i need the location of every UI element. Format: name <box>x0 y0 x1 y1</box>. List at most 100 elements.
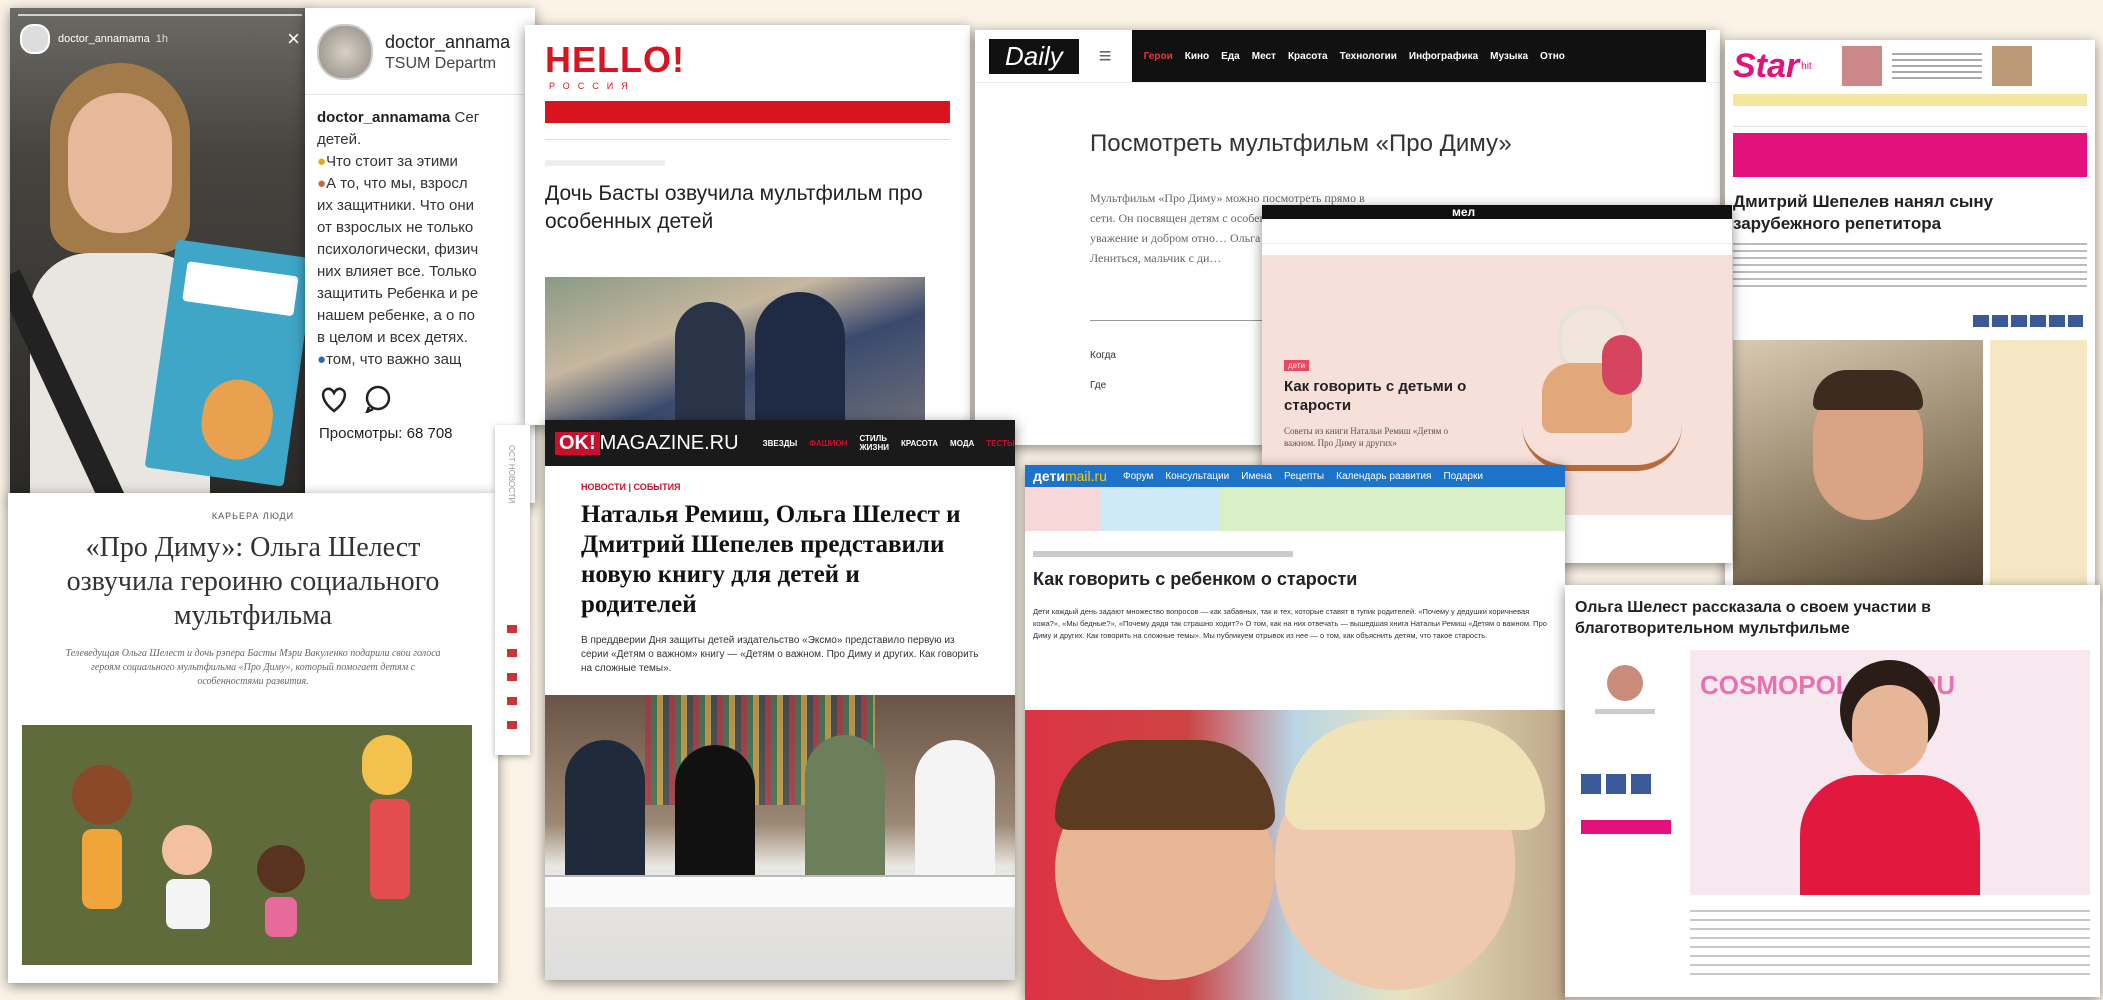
star-photo <box>1733 340 1983 600</box>
logo-sub: РОССИЯ <box>549 81 636 91</box>
dress <box>265 897 297 937</box>
nav-item[interactable]: КРАСОТА <box>901 439 938 448</box>
hello-article-card: HELLO! РОССИЯ Дочь Басты озвучила мультф… <box>525 25 970 425</box>
emoji-icon: ● <box>317 351 327 368</box>
daily-logo[interactable]: Daily <box>989 38 1079 74</box>
avatar[interactable] <box>317 24 373 80</box>
caption-line: том, что важно защ <box>326 351 462 368</box>
mel-tag[interactable]: дети <box>1284 360 1309 371</box>
cartoon-small-girl <box>257 845 307 945</box>
story-username[interactable]: doctor_annamama <box>58 33 150 45</box>
post-location[interactable]: TSUM Departm <box>385 55 510 73</box>
nav-item[interactable]: Технологии <box>1340 51 1397 62</box>
star-banner[interactable] <box>1733 133 2087 177</box>
hair <box>362 735 412 795</box>
share-icons[interactable] <box>1581 774 1651 794</box>
nav-item[interactable]: Кино <box>1185 51 1209 62</box>
caption-line: Что стоит за этими <box>326 153 458 170</box>
star-subnav <box>1733 110 2087 127</box>
nav-item[interactable]: Консультации <box>1165 471 1229 482</box>
mel-sub: Советы из книги Натальи Ремиш «Детям о в… <box>1284 426 1449 448</box>
book-character <box>196 375 278 465</box>
star-headline[interactable]: Дмитрий Шепелев нанял сыну зарубежного р… <box>1733 191 2087 235</box>
cartoon-girl <box>72 765 132 945</box>
heart-icon[interactable] <box>319 385 349 413</box>
table <box>545 875 1015 907</box>
author-name <box>1595 709 1655 714</box>
caption-line: их защитники. Что они <box>317 197 475 214</box>
mail-logo-rest: mail.ru <box>1064 468 1107 484</box>
starhit-article-card: Star hit Дмитрий Шепелев нанял сыну зару… <box>1725 40 2095 600</box>
promo-thumb <box>1991 46 2032 86</box>
okmagazine-article-card: OK! MAGAZINE.RU ЗВЕЗДЫ ФАШИОН СТИЛЬ ЖИЗН… <box>545 420 1015 980</box>
caption-line: защитить Ребенка и ре <box>317 285 479 302</box>
nav-item[interactable]: МОДА <box>950 439 974 448</box>
article-headline: «Про Диму»: Ольга Шелест озвучила героин… <box>66 532 440 631</box>
nav-item[interactable]: Имена <box>1241 471 1272 482</box>
nav-item[interactable]: Подарки <box>1443 471 1482 482</box>
mail-photo <box>1025 710 1565 1000</box>
avatar[interactable] <box>20 24 50 54</box>
cartoon-boy <box>162 825 222 945</box>
nav-item[interactable]: Красота <box>1288 51 1328 62</box>
caption-username[interactable]: doctor_annamama <box>317 109 450 126</box>
mail-subnav <box>1025 487 1565 531</box>
person <box>675 745 755 885</box>
star-logo[interactable]: Star <box>1733 47 1799 86</box>
nav-item[interactable]: ЗВЕЗДЫ <box>763 439 798 448</box>
cosmo-headline: Ольга Шелест рассказала о своем участии … <box>1575 599 1932 637</box>
face <box>68 93 172 233</box>
menu-icon[interactable]: ≡ <box>1099 43 1112 69</box>
hello-headline[interactable]: Дочь Басты озвучила мультфильм про особе… <box>545 180 925 236</box>
nav-item[interactable]: Инфографика <box>1409 51 1478 62</box>
avatar[interactable] <box>1607 665 1643 701</box>
detimail-article-card: дети mail.ru Форум Консультации Имена Ре… <box>1025 465 1565 1000</box>
ok-header: OK! MAGAZINE.RU ЗВЕЗДЫ ФАШИОН СТИЛЬ ЖИЗН… <box>545 420 1015 466</box>
caption-line: них влияет все. Только <box>317 263 477 280</box>
person <box>915 740 995 890</box>
ok-rubric[interactable]: НОВОСТИ | СОБЫТИЯ <box>581 482 979 492</box>
shirt <box>370 799 410 899</box>
hello-logo[interactable]: HELLO! РОССИЯ <box>525 25 970 91</box>
nav-item[interactable]: Форум <box>1123 471 1153 482</box>
nav-item[interactable]: СТИЛЬ ЖИЗНИ <box>859 434 889 452</box>
nav-item[interactable]: Мест <box>1252 51 1276 62</box>
mel-logo[interactable]: мел <box>1452 205 1475 219</box>
emoji-icon: ● <box>317 153 327 170</box>
story-age: 1h <box>155 33 168 45</box>
nav-item[interactable]: Отно <box>1540 51 1565 62</box>
star-lede <box>1733 243 2087 287</box>
subscribe-button[interactable] <box>1581 820 1671 834</box>
ok-headline: Наталья Ремиш, Ольга Шелест и Дмитрий Ше… <box>581 501 961 618</box>
mel-headline[interactable]: Как говорить с детьми о старости <box>1284 377 1484 415</box>
nav-item[interactable]: Герои <box>1144 51 1173 62</box>
person <box>565 740 645 880</box>
caption-line: Сег <box>454 109 480 126</box>
ok-logo[interactable]: OK! <box>555 431 600 455</box>
child <box>1602 335 1642 395</box>
author-block <box>1575 655 1675 834</box>
hair <box>257 845 305 893</box>
cartoon-illustration <box>22 725 472 965</box>
post-username[interactable]: doctor_annama <box>385 32 510 53</box>
mail-logo[interactable]: дети <box>1033 468 1065 484</box>
close-icon[interactable]: × <box>287 26 300 52</box>
nav-item[interactable]: Календарь развития <box>1336 471 1431 482</box>
rocking-chair-illustration <box>1512 295 1692 485</box>
star-logo-sub: hit <box>1801 60 1812 72</box>
ok-body: В преддверии Дня защиты детей издательст… <box>581 635 979 674</box>
nav-item[interactable]: Музыка <box>1490 51 1528 62</box>
nav-item[interactable]: Еда <box>1221 51 1240 62</box>
daily-label: Где <box>1090 380 1107 391</box>
nav-item[interactable]: Рецепты <box>1284 471 1324 482</box>
post-actions <box>305 383 535 415</box>
book-title-art <box>182 261 299 317</box>
hello-subnav <box>545 129 950 140</box>
share-icons[interactable] <box>507 625 517 735</box>
promo-text <box>1891 53 1982 79</box>
comment-icon[interactable] <box>363 385 393 413</box>
article-rubric[interactable]: КАРЬЕРА ЛЮДИ <box>8 511 498 521</box>
nav-item[interactable]: ФАШИОН <box>809 439 847 448</box>
nav-item[interactable]: ТЕСТЫ <box>986 439 1015 448</box>
share-buttons[interactable] <box>1973 315 2083 327</box>
